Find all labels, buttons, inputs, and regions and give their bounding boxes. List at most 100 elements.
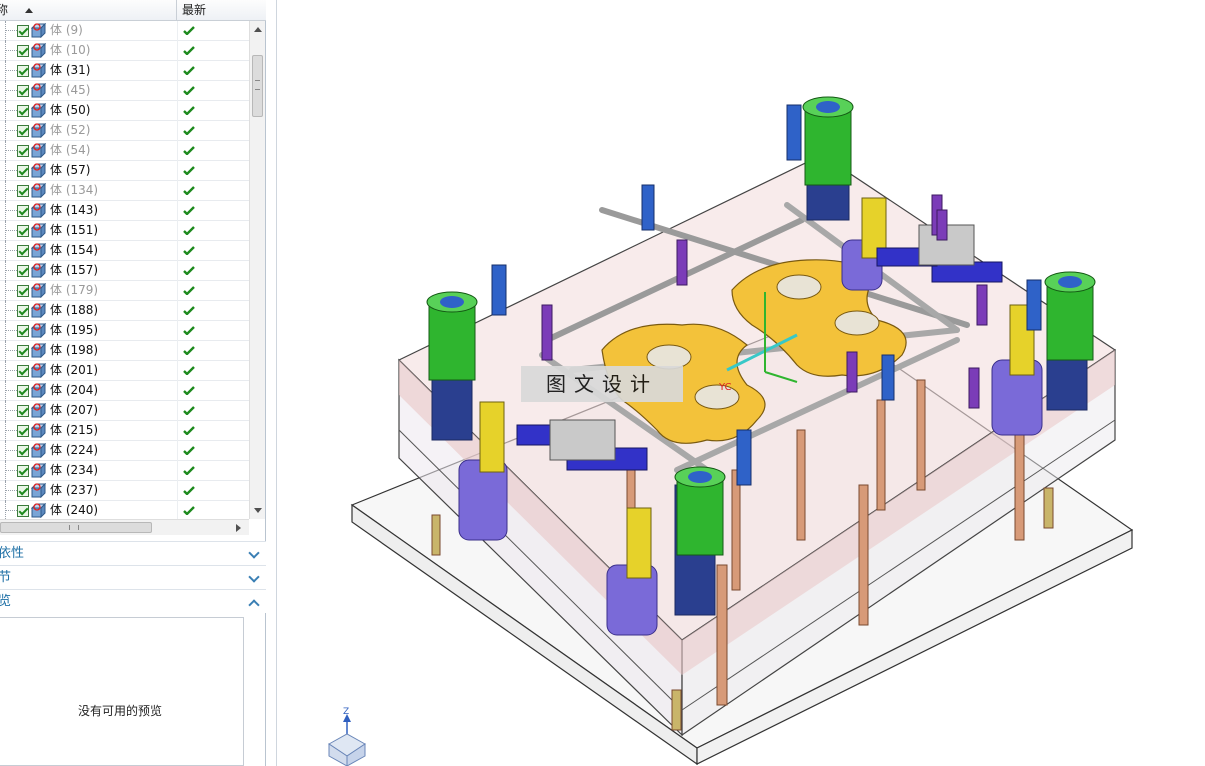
tree-connector [5, 390, 17, 391]
tree-row[interactable]: 体 (240) [0, 501, 249, 519]
preview-area: 没有可用的预览 [0, 617, 244, 766]
tree-row[interactable]: 体 (234) [0, 461, 249, 481]
visibility-checkbox[interactable] [17, 165, 29, 177]
scroll-down-icon[interactable] [254, 508, 262, 513]
tree-row[interactable]: 体 (157) [0, 261, 249, 281]
tree-row-label: 体 (237) [50, 483, 99, 497]
horizontal-scroll-thumb[interactable] [0, 522, 152, 533]
tree-row[interactable]: 体 (224) [0, 441, 249, 461]
section-preview[interactable]: 览 [0, 589, 266, 613]
visibility-checkbox[interactable] [17, 485, 29, 497]
tree-row-label: 体 (9) [50, 23, 83, 37]
solid-body-icon [31, 163, 46, 178]
body-tree-list: 体 (9) 体 (10) 体 (31) 体 (45) 体 (50) 体 (52) 体 (54… [0, 21, 249, 519]
tree-row-label: 体 (45) [50, 83, 91, 97]
section-preview-label: 览 [0, 594, 12, 609]
vertical-scrollbar[interactable] [249, 21, 265, 519]
visibility-checkbox[interactable] [17, 325, 29, 337]
tree-row[interactable]: 体 (195) [0, 321, 249, 341]
up-to-date-check-icon [183, 486, 195, 495]
column-separator [177, 341, 178, 361]
visibility-checkbox[interactable] [17, 405, 29, 417]
chevron-up-icon[interactable] [248, 599, 260, 611]
column-separator [177, 401, 178, 421]
visibility-checkbox[interactable] [17, 305, 29, 317]
tree-row[interactable]: 体 (237) [0, 481, 249, 501]
leader-pin-assembly[interactable] [426, 291, 478, 441]
tree-connector [5, 221, 6, 241]
tree-row[interactable]: 体 (52) [0, 121, 249, 141]
tree-row[interactable]: 体 (50) [0, 101, 249, 121]
column-header-latest[interactable]: 最新 [182, 0, 206, 21]
visibility-checkbox[interactable] [17, 345, 29, 357]
visibility-checkbox[interactable] [17, 385, 29, 397]
tree-row[interactable]: 体 (188) [0, 301, 249, 321]
up-to-date-check-icon [183, 426, 195, 435]
tree-row[interactable]: 体 (143) [0, 201, 249, 221]
tree-row[interactable]: 体 (198) [0, 341, 249, 361]
visibility-checkbox[interactable] [17, 245, 29, 257]
visibility-checkbox[interactable] [17, 285, 29, 297]
visibility-checkbox[interactable] [17, 505, 29, 517]
tree-row[interactable]: 体 (134) [0, 181, 249, 201]
tree-connector [5, 90, 17, 91]
column-separator [177, 441, 178, 461]
solid-body-icon [31, 423, 46, 438]
up-to-date-check-icon [183, 26, 195, 35]
tree-row[interactable]: 体 (9) [0, 21, 249, 41]
tree-row[interactable]: 体 (10) [0, 41, 249, 61]
column-separator [177, 481, 178, 501]
tree-row[interactable]: 体 (215) [0, 421, 249, 441]
scroll-right-icon[interactable] [236, 524, 241, 532]
tree-row[interactable]: 体 (45) [0, 81, 249, 101]
vertical-scroll-thumb[interactable] [252, 55, 263, 117]
leader-pin-assembly[interactable] [802, 96, 854, 221]
visibility-checkbox[interactable] [17, 445, 29, 457]
tree-row[interactable]: 体 (201) [0, 361, 249, 381]
visibility-checkbox[interactable] [17, 465, 29, 477]
chevron-down-icon[interactable] [248, 571, 260, 583]
solid-body-icon [31, 383, 46, 398]
visibility-checkbox[interactable] [17, 85, 29, 97]
chevron-down-icon[interactable] [248, 547, 260, 559]
section-dependencies[interactable]: 依性 [0, 541, 266, 565]
tree-row-label: 体 (179) [50, 283, 99, 297]
tree-connector [5, 350, 17, 351]
tree-connector [5, 181, 6, 201]
section-details[interactable]: 节 [0, 565, 266, 589]
visibility-checkbox[interactable] [17, 125, 29, 137]
visibility-checkbox[interactable] [17, 425, 29, 437]
csys-label: YC [718, 382, 732, 393]
tree-row[interactable]: 体 (57) [0, 161, 249, 181]
column-separator [177, 301, 178, 321]
tree-connector [5, 201, 6, 221]
visibility-checkbox[interactable] [17, 45, 29, 57]
visibility-checkbox[interactable] [17, 365, 29, 377]
column-separator [177, 181, 178, 201]
visibility-checkbox[interactable] [17, 265, 29, 277]
tree-row[interactable]: 体 (204) [0, 381, 249, 401]
tree-row[interactable]: 体 (54) [0, 141, 249, 161]
visibility-checkbox[interactable] [17, 105, 29, 117]
view-triad[interactable]: Z [328, 707, 366, 766]
tree-row[interactable]: 体 (31) [0, 61, 249, 81]
visibility-checkbox[interactable] [17, 225, 29, 237]
visibility-checkbox[interactable] [17, 65, 29, 77]
scroll-up-icon[interactable] [254, 27, 262, 32]
tree-row[interactable]: 体 (179) [0, 281, 249, 301]
leader-pin-assembly[interactable] [1044, 271, 1096, 411]
visibility-checkbox[interactable] [17, 185, 29, 197]
column-separator [177, 201, 178, 221]
tree-row[interactable]: 体 (151) [0, 221, 249, 241]
column-separator [177, 101, 178, 121]
tree-row[interactable]: 体 (207) [0, 401, 249, 421]
visibility-checkbox[interactable] [17, 205, 29, 217]
graphics-viewport[interactable]: YC Z 图文设计 [276, 0, 1205, 766]
solid-body-icon [31, 263, 46, 278]
tree-row[interactable]: 体 (154) [0, 241, 249, 261]
column-header-name[interactable]: 称 [0, 0, 177, 21]
visibility-checkbox[interactable] [17, 25, 29, 37]
visibility-checkbox[interactable] [17, 145, 29, 157]
horizontal-scrollbar[interactable] [0, 519, 249, 535]
mold-assembly-model[interactable]: YC Z [277, 0, 1205, 766]
